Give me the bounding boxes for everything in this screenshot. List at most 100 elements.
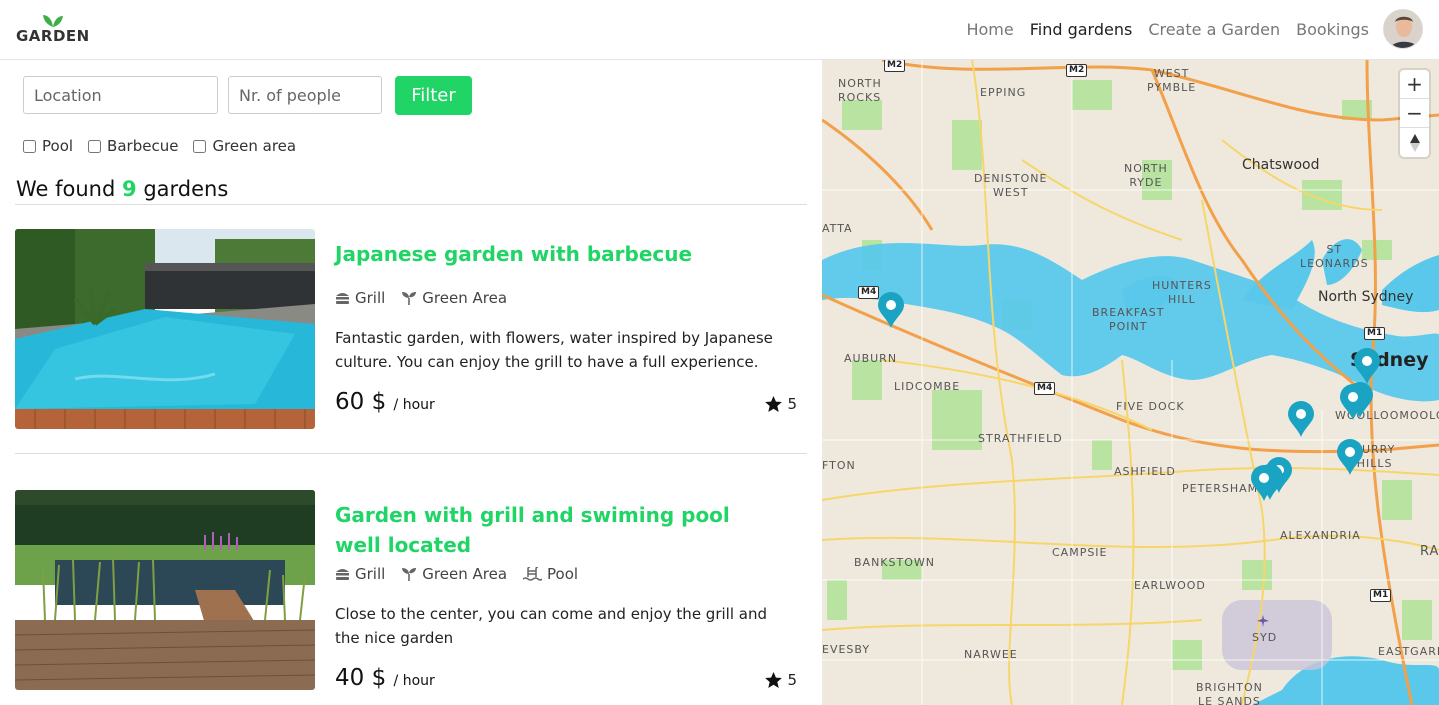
garden-price: 60 $ / hour (335, 389, 435, 415)
map-label: NORTH ROCKS (838, 77, 882, 104)
pool-icon (523, 567, 543, 581)
map-label: LIDCOMBE (894, 380, 961, 393)
divider (15, 453, 807, 454)
map-label: FTON (822, 459, 856, 472)
map-label: RAN (1420, 544, 1439, 559)
zoom-out-button[interactable]: − (1400, 99, 1429, 128)
feature-list: Grill Green Area Pool (335, 565, 594, 583)
garden-photo[interactable] (15, 229, 315, 429)
nav-find-gardens[interactable]: Find gardens (1030, 20, 1133, 39)
feature-pool: Pool (523, 565, 578, 583)
pool-filter[interactable]: Pool (23, 137, 73, 155)
results-number: 9 (122, 177, 137, 201)
pool-checkbox[interactable] (23, 139, 36, 153)
brand-logo[interactable]: GARDEN (16, 14, 89, 46)
garden-title[interactable]: Japanese garden with barbecue (335, 239, 755, 269)
green-area-filter[interactable]: Green area (193, 137, 296, 155)
nav-bookings[interactable]: Bookings (1296, 20, 1369, 39)
barbecue-filter-label: Barbecue (107, 137, 179, 155)
garden-marker[interactable] (1353, 348, 1381, 384)
feature-grill: Grill (335, 289, 385, 307)
map-label: BANKSTOWN (854, 556, 935, 569)
zoom-in-button[interactable]: + (1400, 70, 1429, 99)
price-unit: / hour (393, 397, 435, 413)
road-shield: M1 (1364, 327, 1386, 340)
brand-name: GARDEN (16, 27, 90, 45)
natural-pool-image (15, 490, 315, 690)
feature-green-area: Green Area (401, 289, 507, 307)
road-shield: M2 (1066, 64, 1088, 77)
garden-marker[interactable] (1336, 439, 1364, 475)
map-label: BRIGHTON LE SANDS (1196, 681, 1263, 705)
garden-description: Close to the center, you can come and en… (335, 605, 767, 647)
map-label: STRATHFIELD (978, 432, 1063, 445)
garden-marker[interactable] (1287, 401, 1315, 437)
map-label: EPPING (980, 86, 1027, 99)
grill-icon (336, 292, 349, 304)
map-label: FIVE DOCK (1116, 400, 1185, 413)
pool-garden-image (15, 229, 315, 429)
price-value: 60 $ (335, 389, 387, 415)
compass-icon (1409, 133, 1420, 152)
rating-value: 5 (787, 671, 797, 689)
pool-filter-label: Pool (42, 137, 74, 155)
map-zoom-control: + − (1400, 70, 1429, 157)
divider (15, 204, 807, 205)
feature-label: Grill (355, 289, 386, 307)
leaf-icon (43, 15, 63, 27)
garden-marker[interactable] (877, 292, 905, 328)
nav-create-garden[interactable]: Create a Garden (1148, 20, 1280, 39)
filter-button[interactable]: Filter (395, 76, 472, 115)
user-photo-icon (1384, 10, 1422, 48)
road-shield: M4 (1034, 382, 1056, 395)
garden-photo[interactable] (15, 490, 315, 690)
feature-green-area: Green Area (401, 565, 507, 583)
feature-list: Grill Green Area (335, 289, 523, 307)
map-label: EVESBY (822, 643, 871, 656)
garden-title[interactable]: Garden with grill and swiming pool well … (335, 500, 765, 560)
location-input[interactable] (23, 76, 218, 114)
garden-marker[interactable] (1339, 384, 1367, 420)
barbecue-filter[interactable]: Barbecue (88, 137, 178, 155)
feature-label: Green Area (422, 289, 508, 307)
green-area-checkbox[interactable] (193, 139, 207, 153)
map-label: CAMPSIE (1052, 546, 1108, 559)
garden-marker[interactable] (1250, 465, 1278, 501)
map-label: SYD (1252, 631, 1278, 644)
nav-home[interactable]: Home (966, 20, 1013, 39)
map-label: DENISTONE WEST (974, 172, 1048, 199)
people-input[interactable] (228, 76, 382, 114)
map-label: EARLWOOD (1134, 579, 1206, 592)
garden-rating: 5 (765, 671, 797, 689)
top-navbar: GARDEN Home Find gardens Create a Garden… (0, 0, 1439, 60)
results-prefix: We found (16, 177, 116, 201)
garden-card[interactable]: Garden with grill and swiming pool well … (15, 490, 807, 691)
road-shield: M2 (884, 60, 906, 72)
map-label: PETERSHAM (1182, 482, 1259, 495)
map-label: WEST PYMBLE (1147, 67, 1197, 94)
star-icon (765, 672, 783, 688)
amenity-filters: Pool Barbecue Green area (23, 137, 311, 155)
garden-price: 40 $ / hour (335, 665, 435, 691)
feature-grill: Grill (335, 565, 385, 583)
sprout-icon (402, 568, 417, 581)
avatar[interactable] (1383, 9, 1423, 49)
barbecue-checkbox[interactable] (88, 139, 102, 153)
map-label: NARWEE (964, 648, 1018, 661)
results-count: We found 9 gardens (16, 177, 228, 201)
results-pane: Filter Pool Barbecue Green area We found… (0, 60, 822, 705)
sprout-icon (402, 292, 417, 305)
compass-button[interactable] (1400, 128, 1429, 157)
price-unit: / hour (393, 673, 435, 689)
feature-label: Green Area (422, 565, 508, 583)
garden-card[interactable]: Japanese garden with barbecue Grill Gree… (15, 229, 807, 429)
green-area-filter-label: Green area (212, 137, 297, 155)
grill-icon (336, 568, 349, 580)
airport-icon (1257, 615, 1269, 627)
results-suffix: gardens (143, 177, 229, 201)
map-view[interactable]: NORTH ROCKS WEST PYMBLE EPPING NORTH RYD… (822, 60, 1439, 705)
garden-description: Fantastic garden, with flowers, water in… (335, 329, 773, 371)
feature-label: Grill (355, 565, 386, 583)
road-shield: M1 (1370, 589, 1392, 602)
map-label: AUBURN (844, 352, 898, 365)
